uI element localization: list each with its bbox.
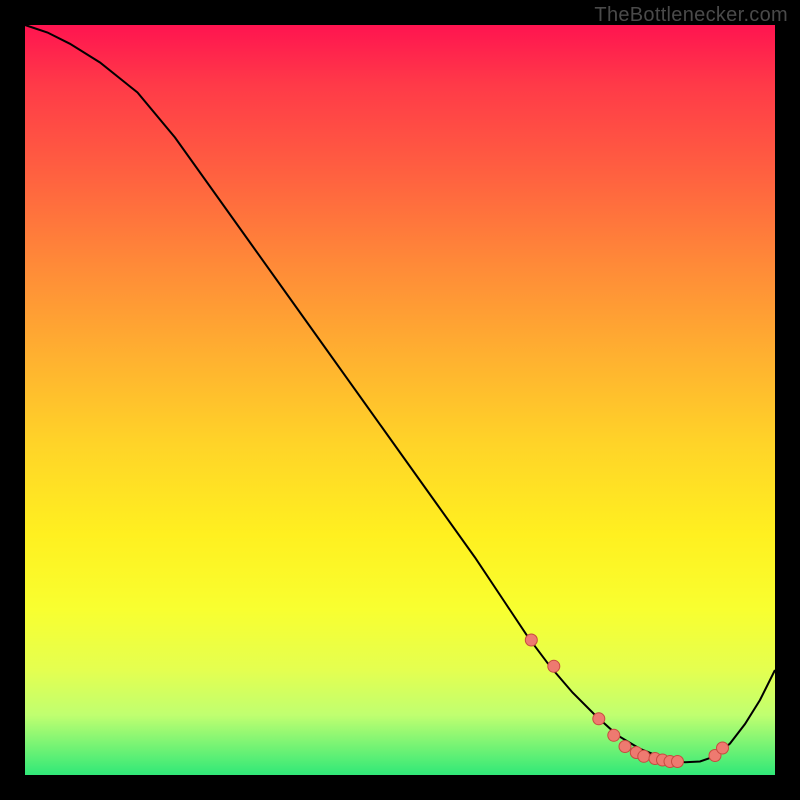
data-marker: [638, 750, 650, 762]
data-marker: [548, 660, 560, 672]
watermark-text: TheBottlenecker.com: [594, 4, 788, 27]
curve-line: [25, 25, 775, 762]
data-marker: [525, 634, 537, 646]
data-marker: [619, 741, 631, 753]
data-marker: [608, 729, 620, 741]
chart-frame: TheBottlenecker.com: [0, 0, 800, 800]
chart-svg: [25, 25, 775, 775]
marker-group: [525, 634, 728, 768]
data-marker: [593, 713, 605, 725]
data-marker: [672, 756, 684, 768]
data-marker: [717, 742, 729, 754]
